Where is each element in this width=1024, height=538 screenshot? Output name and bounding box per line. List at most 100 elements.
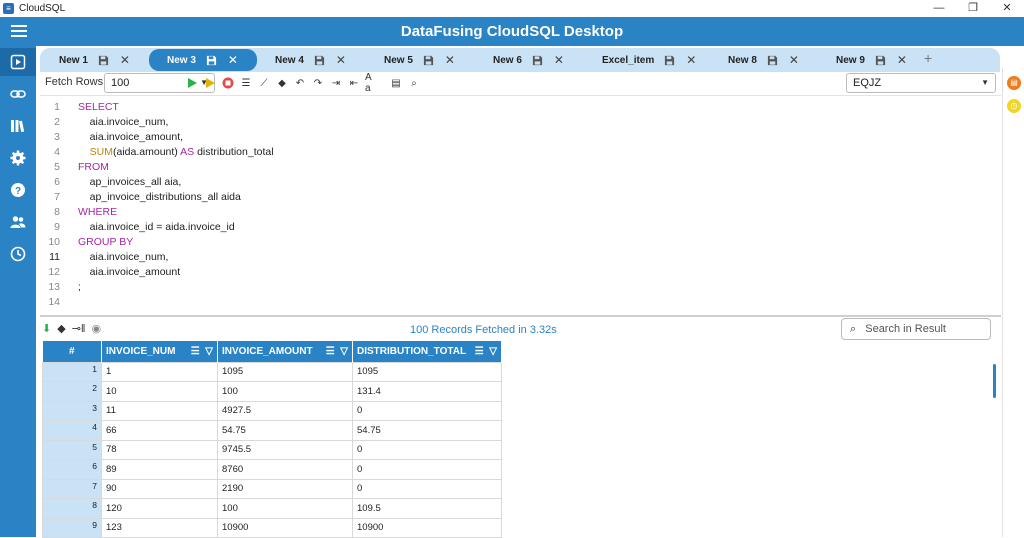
table-row[interactable]: 4 66 54.75 54.75: [42, 420, 502, 441]
table-cell[interactable]: 9745.5: [217, 439, 353, 460]
find-icon[interactable]: ⌕: [407, 76, 421, 90]
save-icon[interactable]: [423, 55, 434, 66]
add-tab-icon[interactable]: +: [924, 50, 932, 66]
nav-history[interactable]: [0, 240, 36, 268]
tab-excel-item[interactable]: Excel_item ✕: [602, 49, 696, 71]
editor-line[interactable]: 7 ap_invoice_distributions_all aida: [40, 190, 940, 205]
tab-new-5[interactable]: New 5 ✕: [384, 49, 455, 71]
document-icon[interactable]: ▤: [389, 76, 403, 90]
editor-line[interactable]: 5 FROM: [40, 160, 940, 175]
table-cell[interactable]: 10900: [217, 517, 353, 538]
schema-select[interactable]: EQJZ ▼: [846, 73, 996, 93]
nav-library[interactable]: [0, 112, 36, 140]
editor-line[interactable]: 1 SELECT: [40, 100, 940, 115]
save-icon[interactable]: [314, 55, 325, 66]
save-icon[interactable]: [206, 55, 217, 66]
filter-icon[interactable]: ▽: [205, 346, 213, 357]
table-cell[interactable]: 2190: [217, 478, 353, 499]
filter-icon[interactable]: ▽: [489, 346, 497, 357]
table-cell[interactable]: 100: [217, 381, 353, 402]
close-icon[interactable]: ✕: [228, 53, 238, 67]
table-cell[interactable]: 100: [217, 498, 353, 519]
editor-line[interactable]: 8 WHERE: [40, 205, 940, 220]
table-cell[interactable]: 4927.5: [217, 400, 353, 421]
eraser-icon[interactable]: ◆: [57, 322, 65, 335]
save-icon[interactable]: [664, 55, 675, 66]
tab-new-3[interactable]: New 3 ✕: [149, 49, 257, 71]
row-number-cell[interactable]: 2: [42, 381, 102, 402]
column-header-rownum[interactable]: #: [42, 341, 102, 362]
tab-new-1[interactable]: New 1 ✕: [59, 49, 130, 71]
close-icon[interactable]: ✕: [336, 53, 346, 67]
nav-settings[interactable]: [0, 144, 36, 172]
editor-results-divider[interactable]: [40, 315, 1001, 317]
editor-line[interactable]: 9 aia.invoice_id = aida.invoice_id: [40, 220, 940, 235]
table-cell[interactable]: 0: [352, 400, 502, 421]
row-number-cell[interactable]: 4: [42, 420, 102, 441]
tab-new-6[interactable]: New 6 ✕: [493, 49, 564, 71]
results-scrollbar[interactable]: [993, 364, 996, 398]
row-number-cell[interactable]: 5: [42, 439, 102, 460]
table-cell[interactable]: 131.4: [352, 381, 502, 402]
editor-line[interactable]: 11 aia.invoice_num,: [40, 250, 940, 265]
table-cell[interactable]: 0: [352, 439, 502, 460]
table-row[interactable]: 3 11 4927.5 0: [42, 400, 502, 421]
nav-users[interactable]: [0, 208, 36, 236]
nav-query-editor[interactable]: [0, 48, 36, 76]
comment-toggle-icon[interactable]: ⟋: [257, 76, 271, 90]
row-number-cell[interactable]: 3: [42, 400, 102, 421]
editor-line[interactable]: 2 aia.invoice_num,: [40, 115, 940, 130]
editor-line[interactable]: 14: [40, 295, 940, 310]
result-search-input[interactable]: ⌕ Search in Result: [841, 318, 991, 340]
history-icon[interactable]: ◷: [1007, 99, 1021, 113]
table-cell[interactable]: 66: [101, 420, 218, 441]
tab-new-9[interactable]: New 9 ✕: [836, 49, 907, 71]
table-row[interactable]: 7 90 2190 0: [42, 478, 502, 499]
table-cell[interactable]: 1095: [352, 361, 502, 382]
table-cell[interactable]: 89: [101, 459, 218, 480]
editor-line[interactable]: 12 aia.invoice_amount: [40, 265, 940, 280]
table-row[interactable]: 5 78 9745.5 0: [42, 439, 502, 460]
nav-help[interactable]: ?: [0, 176, 36, 204]
minimize-button[interactable]: —: [922, 0, 956, 17]
table-cell[interactable]: 78: [101, 439, 218, 460]
column-header-invoice-num[interactable]: INVOICE_NUM ☰ ▽: [101, 341, 218, 362]
close-icon[interactable]: ✕: [686, 53, 696, 67]
editor-line[interactable]: 10 GROUP BY: [40, 235, 940, 250]
save-icon[interactable]: [875, 55, 886, 66]
close-window-button[interactable]: ✕: [990, 0, 1024, 17]
format-icon[interactable]: ☰: [239, 76, 253, 90]
outdent-icon[interactable]: ⇤: [347, 76, 361, 90]
close-icon[interactable]: ✕: [120, 53, 130, 67]
indent-icon[interactable]: ⇥: [329, 76, 343, 90]
table-row[interactable]: 1 1 1095 1095: [42, 361, 502, 382]
column-width-icon[interactable]: ⊸‖: [72, 322, 86, 335]
close-icon[interactable]: ✕: [445, 53, 455, 67]
stop-icon[interactable]: [221, 76, 235, 90]
close-icon[interactable]: ✕: [789, 53, 799, 67]
table-cell[interactable]: 1095: [217, 361, 353, 382]
row-number-cell[interactable]: 1: [42, 361, 102, 382]
table-cell[interactable]: 0: [352, 459, 502, 480]
table-cell[interactable]: 109.5: [352, 498, 502, 519]
table-cell[interactable]: 1: [101, 361, 218, 382]
filter-icon[interactable]: ▽: [340, 346, 348, 357]
nav-connections[interactable]: [0, 80, 36, 108]
download-icon[interactable]: ⬇: [42, 322, 51, 335]
table-cell[interactable]: 11: [101, 400, 218, 421]
editor-line[interactable]: 4 SUM(aida.amount) AS distribution_total: [40, 145, 940, 160]
table-cell[interactable]: 90: [101, 478, 218, 499]
table-cell[interactable]: 54.75: [352, 420, 502, 441]
save-icon[interactable]: [98, 55, 109, 66]
editor-line[interactable]: 3 aia.invoice_amount,: [40, 130, 940, 145]
eraser-icon[interactable]: ◆: [275, 76, 289, 90]
save-icon[interactable]: [767, 55, 778, 66]
table-row[interactable]: 8 120 100 109.5: [42, 498, 502, 519]
table-cell[interactable]: 120: [101, 498, 218, 519]
undo-icon[interactable]: ↶: [293, 76, 307, 90]
table-cell[interactable]: 8760: [217, 459, 353, 480]
run-selection-icon[interactable]: [203, 76, 217, 90]
table-cell[interactable]: 10900: [352, 517, 502, 538]
font-size-icon[interactable]: A a: [365, 72, 379, 94]
column-header-invoice-amount[interactable]: INVOICE_AMOUNT ☰ ▽: [217, 341, 353, 362]
